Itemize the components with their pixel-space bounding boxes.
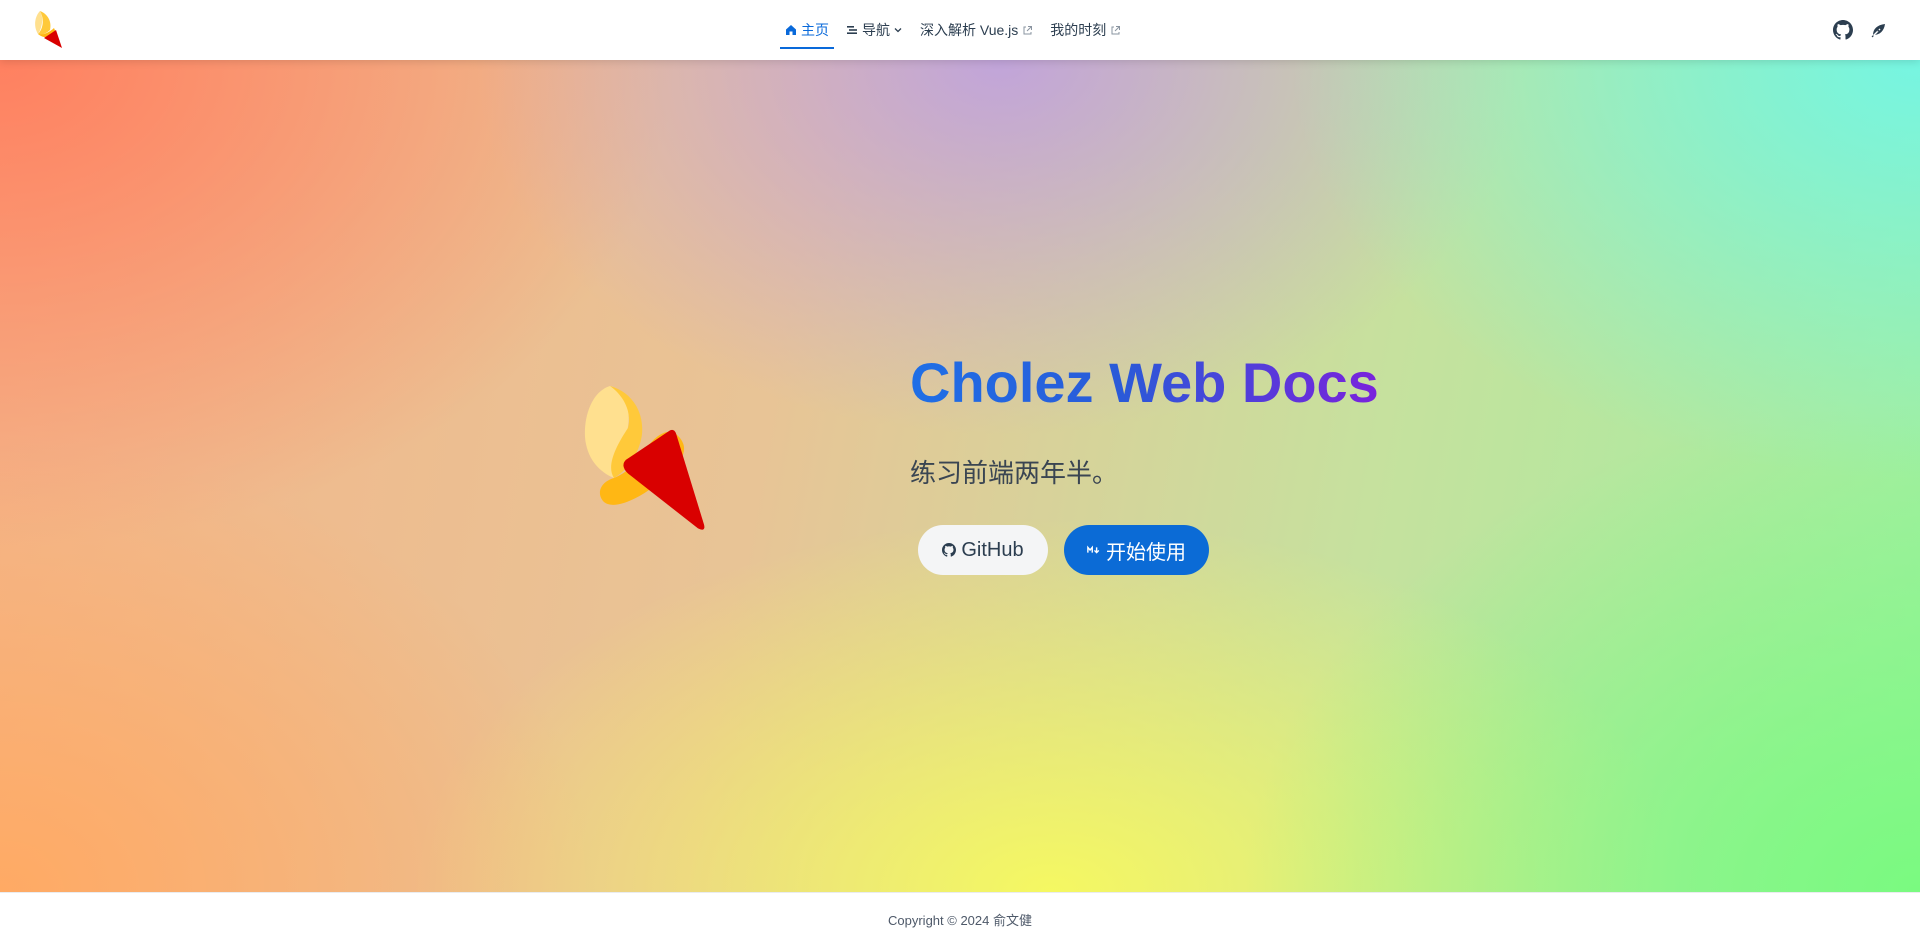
ice-cream-logo-icon bbox=[35, 11, 62, 48]
footer: Copyright © 2024 俞文健 bbox=[0, 892, 1920, 945]
nav-item-vue-analysis[interactable]: 深入解析 Vue.js bbox=[915, 14, 1038, 46]
nav-item-label: 我的时刻 bbox=[1050, 22, 1107, 38]
github-button-label: GitHub bbox=[961, 538, 1024, 561]
nav-item-label: 深入解析 Vue.js bbox=[920, 22, 1019, 38]
external-link-icon bbox=[1022, 25, 1033, 36]
github-icon[interactable] bbox=[1832, 19, 1854, 41]
copyright-text: Copyright © 2024 俞文健 bbox=[888, 912, 1032, 928]
list-icon bbox=[846, 24, 858, 36]
external-link-icon bbox=[1110, 25, 1121, 36]
github-icon bbox=[942, 543, 957, 557]
nav-item-label: 主页 bbox=[801, 22, 829, 38]
nav-actions bbox=[1818, 0, 1890, 60]
navbar: 主页 导航 深入解析 Vue.js 我的时刻 bbox=[0, 0, 1920, 60]
site-logo-link[interactable] bbox=[30, 8, 70, 52]
main-nav: 主页 导航 深入解析 Vue.js 我的时刻 bbox=[780, 0, 1133, 60]
theme-toggle-icon[interactable] bbox=[1868, 19, 1890, 41]
get-started-button-label: 开始使用 bbox=[1106, 541, 1186, 564]
home-icon bbox=[785, 24, 797, 36]
markdown-icon bbox=[1087, 543, 1101, 557]
github-button[interactable]: GitHub bbox=[918, 525, 1048, 575]
nav-item-label: 导航 bbox=[862, 22, 890, 38]
chevron-down-icon bbox=[893, 25, 903, 35]
ice-cream-hero-icon bbox=[585, 386, 705, 530]
hero-section: Cholez Web Docs 练习前端两年半。 GitHub 开始使用 bbox=[0, 60, 1920, 892]
nav-item-home[interactable]: 主页 bbox=[780, 14, 834, 49]
get-started-button[interactable]: 开始使用 bbox=[1064, 525, 1209, 575]
nav-item-my-moments[interactable]: 我的时刻 bbox=[1045, 14, 1126, 46]
hero-title: Cholez Web Docs bbox=[910, 351, 1379, 414]
hero-tagline: 练习前端两年半。 bbox=[910, 458, 1119, 488]
nav-item-navigation-dropdown[interactable]: 导航 bbox=[841, 14, 908, 46]
